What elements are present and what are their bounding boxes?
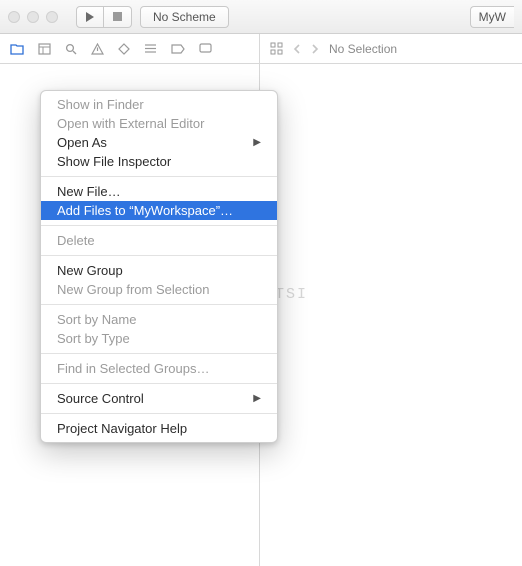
destination-label: MyW — [479, 10, 506, 24]
scheme-label: No Scheme — [153, 10, 216, 24]
zoom-window-button[interactable] — [46, 11, 58, 23]
menu-item-label: Open with External Editor — [57, 114, 204, 133]
related-items-icon[interactable] — [270, 42, 283, 55]
editor-pane — [260, 64, 522, 566]
menu-item-label: Add Files to “MyWorkspace”… — [57, 201, 233, 220]
menu-item[interactable]: New Group — [41, 261, 277, 280]
menu-separator — [41, 413, 277, 414]
menu-item: New Group from Selection — [41, 280, 277, 299]
issue-navigator-icon[interactable] — [91, 43, 104, 55]
menu-item-label: Show in Finder — [57, 95, 144, 114]
search-navigator-icon[interactable] — [65, 43, 77, 55]
menu-item-label: New Group — [57, 261, 123, 280]
navigator-tabs — [0, 34, 260, 63]
forward-button-icon[interactable] — [311, 44, 319, 54]
breakpoint-navigator-icon[interactable] — [171, 44, 185, 54]
navigator-toolbar: No Selection — [0, 34, 522, 64]
stop-button[interactable] — [104, 6, 132, 28]
menu-item: Sort by Type — [41, 329, 277, 348]
menu-item-label: New Group from Selection — [57, 280, 209, 299]
menu-item: Open with External Editor — [41, 114, 277, 133]
project-navigator-context-menu: Show in FinderOpen with External EditorO… — [40, 90, 278, 443]
menu-item: Delete — [41, 231, 277, 250]
menu-item-label: Show File Inspector — [57, 152, 171, 171]
menu-item-label: Open As — [57, 133, 107, 152]
run-button[interactable] — [76, 6, 104, 28]
menu-separator — [41, 176, 277, 177]
menu-separator — [41, 255, 277, 256]
menu-item: Show in Finder — [41, 95, 277, 114]
menu-item-label: Source Control — [57, 389, 144, 408]
project-navigator-icon[interactable] — [10, 43, 24, 55]
submenu-arrow-icon: ▶ — [253, 133, 261, 152]
menu-separator — [41, 225, 277, 226]
jump-bar[interactable]: No Selection — [260, 34, 522, 63]
destination-selector[interactable]: MyW — [470, 6, 514, 28]
menu-item[interactable]: Show File Inspector — [41, 152, 277, 171]
menu-item[interactable]: Project Navigator Help — [41, 419, 277, 438]
menu-item[interactable]: Add Files to “MyWorkspace”… — [41, 201, 277, 220]
play-icon — [85, 12, 95, 22]
run-stop-segment — [76, 6, 132, 28]
back-button-icon[interactable] — [293, 44, 301, 54]
jump-bar-path: No Selection — [329, 42, 397, 56]
close-window-button[interactable] — [8, 11, 20, 23]
menu-separator — [41, 353, 277, 354]
debug-navigator-icon[interactable] — [144, 43, 157, 54]
menu-item-label: Project Navigator Help — [57, 419, 187, 438]
minimize-window-button[interactable] — [27, 11, 39, 23]
menu-item: Find in Selected Groups… — [41, 359, 277, 378]
menu-item: Sort by Name — [41, 310, 277, 329]
report-navigator-icon[interactable] — [199, 43, 212, 54]
menu-separator — [41, 383, 277, 384]
menu-item[interactable]: New File… — [41, 182, 277, 201]
menu-item[interactable]: Source Control ▶ — [41, 389, 277, 408]
source-control-navigator-icon[interactable] — [38, 43, 51, 55]
menu-item-label: Find in Selected Groups… — [57, 359, 209, 378]
stop-icon — [113, 12, 122, 21]
menu-item-label: Sort by Name — [57, 310, 136, 329]
window-titlebar: No Scheme MyW — [0, 0, 522, 34]
menu-separator — [41, 304, 277, 305]
scheme-selector[interactable]: No Scheme — [140, 6, 229, 28]
menu-item[interactable]: Open As ▶ — [41, 133, 277, 152]
menu-item-label: Sort by Type — [57, 329, 130, 348]
menu-item-label: Delete — [57, 231, 95, 250]
submenu-arrow-icon: ▶ — [253, 389, 261, 408]
window-traffic-lights — [8, 11, 58, 23]
test-navigator-icon[interactable] — [118, 43, 130, 55]
menu-item-label: New File… — [57, 182, 121, 201]
